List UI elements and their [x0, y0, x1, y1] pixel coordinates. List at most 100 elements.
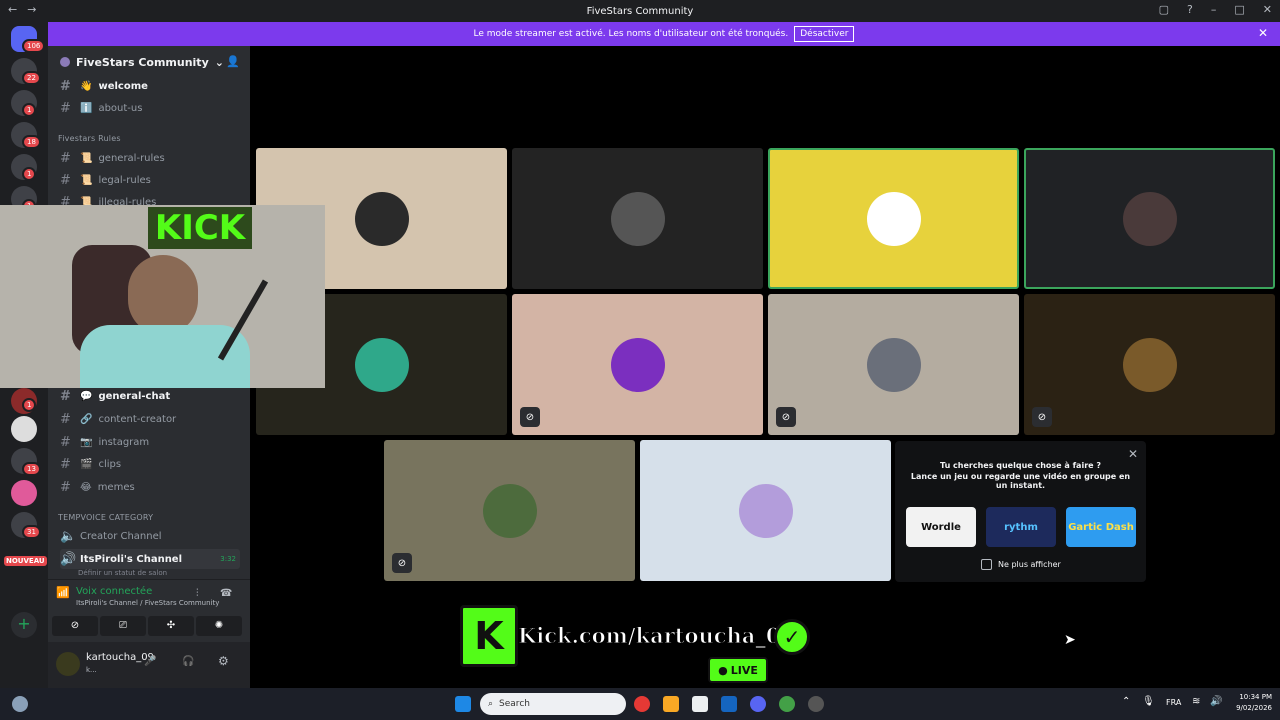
volume-icon[interactable]: 🔊	[1210, 696, 1222, 707]
chrome-active-icon[interactable]	[779, 696, 795, 712]
mouse-cursor-icon: ➤	[1064, 632, 1076, 648]
speaker-icon: 🔈	[60, 528, 77, 544]
camera-off-button[interactable]: ⊘	[52, 616, 98, 636]
channel-general-chat[interactable]: # 💬 general-chat	[60, 386, 170, 406]
channel-emoji: 📷	[80, 436, 93, 448]
channel-memes[interactable]: # 😂 memes	[60, 477, 135, 497]
badge: 1	[22, 398, 37, 412]
channel-clips[interactable]: # 🎬 clips	[60, 454, 121, 474]
participant-tile[interactable]	[768, 148, 1019, 289]
voice-timer: 3:32	[220, 555, 236, 563]
store-icon[interactable]	[692, 696, 708, 712]
language-indicator[interactable]: FRA	[1166, 698, 1181, 707]
participant-tile[interactable]: ⊘	[512, 294, 763, 435]
badge: 22	[22, 71, 41, 85]
dont-show-again[interactable]: Ne plus afficher	[981, 559, 1061, 570]
avatar	[482, 483, 537, 538]
channel-content-creator[interactable]: # 🔗 content-creator	[60, 409, 176, 429]
close-icon[interactable]: ✕	[1258, 26, 1268, 40]
close-icon[interactable]: ✕	[1128, 447, 1138, 461]
badge: 13	[22, 462, 41, 476]
channel-general-rules[interactable]: # 📜 general-rules	[60, 148, 165, 168]
help-icon[interactable]: ?	[1187, 3, 1193, 16]
avatar	[1122, 337, 1177, 392]
live-badge: ● LIVE	[708, 657, 768, 683]
microphone-icon[interactable]: 🎤	[144, 656, 156, 667]
badge: 106	[22, 39, 46, 53]
maximize-icon[interactable]: □	[1234, 3, 1244, 16]
channel-emoji: 📜	[80, 152, 93, 164]
rythm-activity[interactable]: rythm	[986, 507, 1056, 547]
hash-icon: #	[60, 78, 71, 94]
avatar	[610, 191, 665, 246]
checkbox[interactable]	[981, 559, 992, 570]
headphones-icon[interactable]: 🎧	[182, 656, 194, 667]
minimize-icon[interactable]: –	[1211, 3, 1217, 16]
channel-emoji: 🎬	[80, 458, 93, 470]
channel-instagram[interactable]: # 📷 instagram	[60, 432, 149, 452]
channel-label: content-creator	[98, 413, 177, 425]
channel-legal-rules[interactable]: # 📜 legal-rules	[60, 170, 151, 190]
chrome-icon[interactable]	[634, 696, 650, 712]
channel-welcome[interactable]: # 👋 welcome	[60, 76, 148, 96]
channel-emoji: ℹ️	[80, 102, 93, 114]
category-tempvoice[interactable]: TEMPVOICE CATEGORY	[58, 513, 153, 522]
windows-start-icon[interactable]	[455, 696, 471, 712]
stream-overlay: K Kick.com/kartoucha_09 ✓ ● LIVE	[460, 605, 815, 683]
participant-tile[interactable]	[512, 148, 763, 289]
date: 9/02/2026	[1236, 704, 1272, 712]
checkbox-label: Ne plus afficher	[998, 560, 1061, 569]
outlook-icon[interactable]	[721, 696, 737, 712]
voice-channel-itspiroli[interactable]: 🔊 ItsPiroli's Channel 3:32	[60, 549, 240, 569]
channel-label: general-chat	[98, 390, 171, 402]
file-explorer-icon[interactable]	[663, 696, 679, 712]
participant-tile[interactable]	[640, 440, 891, 581]
mic-muted-icon: ⊘	[776, 407, 796, 427]
add-server-icon[interactable]: +	[11, 612, 37, 638]
participant-tile[interactable]: ⊘	[768, 294, 1019, 435]
inbox-icon[interactable]: ▢	[1159, 3, 1169, 16]
server-header[interactable]: FiveStars Community ⌄ 👤	[48, 46, 250, 78]
server-icon[interactable]	[11, 416, 37, 442]
disconnect-icon[interactable]: ☎	[220, 588, 232, 599]
participant-tile[interactable]	[1024, 148, 1275, 289]
discord-icon[interactable]	[750, 696, 766, 712]
tray-chevron-icon[interactable]: ⌃	[1122, 696, 1130, 707]
hash-icon: #	[60, 411, 71, 427]
voice-channel-creator[interactable]: 🔈 Creator Channel	[60, 526, 162, 546]
activities-button[interactable]: ✣	[148, 616, 194, 636]
avatar[interactable]	[56, 652, 80, 676]
voice-connected-panel: 📶 Voix connectée ItsPiroli's Channel / F…	[48, 579, 250, 641]
participant-tile[interactable]: ⊘	[1024, 294, 1275, 435]
wifi-icon[interactable]: ≋	[1192, 696, 1200, 707]
voice-grid: ⊘ ⊘ ⊘ ⊘	[250, 46, 1280, 688]
category-fivestars-rules[interactable]: Fivestars Rules	[58, 134, 121, 143]
disable-button[interactable]: Désactiver	[794, 26, 855, 42]
noise-suppression-icon[interactable]: ⫶	[196, 588, 199, 599]
avatar	[866, 191, 921, 246]
back-icon[interactable]: ←	[8, 3, 17, 16]
channel-about-us[interactable]: # ℹ️ about-us	[60, 98, 142, 118]
wordle-activity[interactable]: Wordle	[906, 507, 976, 547]
clock[interactable]: 10:34 PM 9/02/2026	[1236, 692, 1272, 714]
soundboard-button[interactable]: ✺	[196, 616, 242, 636]
forward-icon[interactable]: →	[27, 3, 36, 16]
mic-tray-icon[interactable]: 🎙	[1142, 696, 1155, 707]
screen-share-button[interactable]: ⎚	[100, 616, 146, 636]
hash-icon: #	[60, 479, 71, 495]
taskbar-search[interactable]: ⌕ Search	[480, 693, 626, 715]
obs-icon[interactable]	[808, 696, 824, 712]
badge: 1	[22, 167, 37, 181]
add-member-icon[interactable]: 👤	[226, 55, 240, 68]
server-icon[interactable]	[11, 480, 37, 506]
hash-icon: #	[60, 456, 71, 472]
channel-status[interactable]: Définir un statut de salon	[78, 569, 167, 577]
gear-icon[interactable]: ⚙	[218, 654, 229, 668]
time: 10:34 PM	[1239, 693, 1272, 701]
hash-icon: #	[60, 150, 71, 166]
weather-icon[interactable]	[12, 696, 28, 712]
close-window-icon[interactable]: ✕	[1263, 3, 1272, 16]
category-label: Fivestars Rules	[58, 134, 121, 143]
participant-tile[interactable]: ⊘	[384, 440, 635, 581]
gartic-dash-activity[interactable]: Gartic Dash	[1066, 507, 1136, 547]
